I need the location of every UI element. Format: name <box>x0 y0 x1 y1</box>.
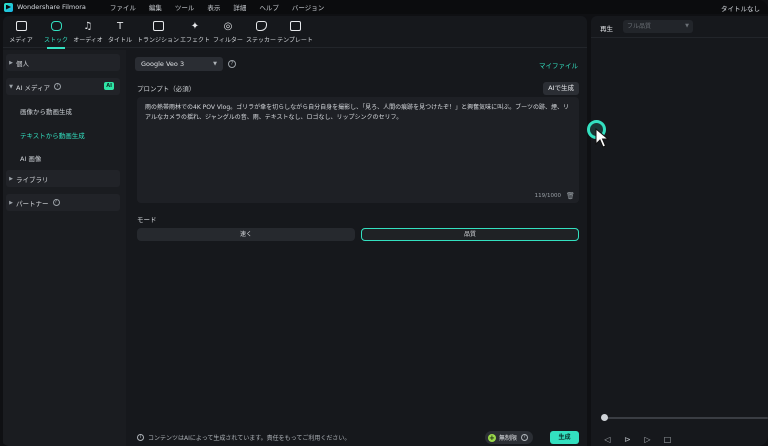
menu-tools[interactable]: ツール <box>175 2 195 12</box>
effect-icon: ✦ <box>190 20 200 32</box>
filmora-logo-icon <box>4 2 13 12</box>
tool-label: トランジション <box>137 37 180 44</box>
sticker-icon <box>255 20 267 32</box>
timeline-scrubber[interactable] <box>604 417 768 419</box>
tool-sticker[interactable]: ステッカー <box>244 20 278 44</box>
play-icon[interactable]: ▷ <box>643 435 652 444</box>
app-name: Wondershare Filmora <box>17 3 86 11</box>
trash-icon[interactable]: 🗑 <box>566 193 575 200</box>
char-counter: 119/1000 <box>534 193 561 199</box>
tool-transition[interactable]: トランジション <box>137 20 179 44</box>
my-file-link[interactable]: マイファイル <box>539 60 578 70</box>
main-panel: メディア ストック ♫ オーディオ T タイトル トランジション ✦ エフェクト <box>3 16 587 446</box>
ai-disclaimer-text: コンテンツはAIによって生成されています。責任をもってご利用ください。 <box>148 435 351 442</box>
sidebar-item-ai-image[interactable]: AI 画像 <box>20 153 41 163</box>
mode-fast-button[interactable]: 速く <box>137 228 355 241</box>
sidebar-item-ai-media[interactable]: ▼ AI メディア ? AI <box>6 78 120 95</box>
tool-media[interactable]: メディア <box>4 20 38 44</box>
sidebar-item-label: ライブラリ <box>16 175 49 184</box>
filter-icon: ◎ <box>223 20 233 32</box>
chevron-down-icon: ▼ <box>685 23 689 29</box>
chevron-right-icon: ▶ <box>9 175 13 182</box>
prompt-label: プロンプト（必須） <box>137 85 196 93</box>
app-window: Wondershare Filmora ファイル 編集 ツール 表示 詳細 ヘル… <box>0 0 768 446</box>
model-select[interactable]: Google Veo 3 ▼ <box>135 57 223 71</box>
sidebar-item-partner[interactable]: ▶ パートナー ? <box>6 194 120 211</box>
project-title: タイトルなし <box>721 5 760 13</box>
mode-quality-button[interactable]: 品質 <box>361 228 579 241</box>
tool-label: フィルター <box>213 37 243 44</box>
step-back-icon[interactable]: ⊳ <box>623 435 632 444</box>
help-icon[interactable]: ? <box>52 199 60 206</box>
ai-disclaimer: i コンテンツはAIによって生成されています。責任をもってご利用ください。 <box>137 433 350 442</box>
tool-label: メディア <box>9 37 33 44</box>
sidebar-item-personal[interactable]: ▶ 個人 <box>6 54 120 71</box>
template-icon <box>289 20 301 32</box>
unlimited-credits-button[interactable]: + 無制限 ? <box>484 431 533 444</box>
tool-audio[interactable]: ♫ オーディオ <box>71 20 105 45</box>
help-icon[interactable]: ? <box>521 434 528 441</box>
help-icon[interactable]: ? <box>53 83 61 90</box>
prompt-textarea[interactable]: 雨の熱帯雨林での4K POV Vlog。ゴリラが傘を切らしながら自分自身を撮影し… <box>137 97 579 203</box>
previous-frame-icon[interactable]: ◁ <box>603 435 612 444</box>
sidebar-item-text-to-video[interactable]: テキストから動画生成 <box>20 130 85 140</box>
menu-edit[interactable]: 編集 <box>149 2 162 12</box>
ai-generate-prompt-button[interactable]: AIで生成 <box>543 82 579 95</box>
plus-icon: + <box>487 433 496 442</box>
tool-label: タイトル <box>107 37 132 44</box>
tool-title[interactable]: T タイトル <box>103 20 137 45</box>
menu-file[interactable]: ファイル <box>110 2 136 12</box>
preview-header: 再生 フル品質 ▼ <box>591 16 768 38</box>
sidebar-item-label: 個人 <box>16 59 29 68</box>
info-icon[interactable]: ? <box>228 60 236 68</box>
tool-label: テンプレート <box>277 37 313 44</box>
preview-panel: 再生 フル品質 ▼ ◁ ⊳ ▷ □ <box>591 16 768 446</box>
menu-advanced[interactable]: 詳細 <box>233 2 246 12</box>
playback-controls: ◁ ⊳ ▷ □ <box>603 435 672 444</box>
tool-label: ステッカー <box>245 37 276 44</box>
stop-icon[interactable]: □ <box>663 435 672 444</box>
menu-view[interactable]: 表示 <box>207 2 220 12</box>
chevron-right-icon: ▶ <box>9 199 13 206</box>
scrubber-handle[interactable] <box>601 414 608 421</box>
sidebar-item-label: パートナー <box>16 199 49 208</box>
tool-label: ストック <box>43 37 68 44</box>
mouse-pointer-icon <box>595 128 609 148</box>
text-to-video-panel: Google Veo 3 ▼ ? マイファイル プロンプト（必須） AIで生成 … <box>135 50 581 446</box>
prompt-text: 雨の熱帯雨林での4K POV Vlog。ゴリラが傘を切らしながら自分自身を撮影し… <box>145 104 570 121</box>
chevron-down-icon: ▼ <box>213 61 217 67</box>
audio-icon: ♫ <box>83 20 93 32</box>
chevron-right-icon: ▶ <box>9 59 13 66</box>
transition-icon <box>152 20 164 32</box>
model-select-value: Google Veo 3 <box>141 60 185 68</box>
quality-select[interactable]: フル品質 ▼ <box>623 20 693 33</box>
tool-stock[interactable]: ストック <box>39 20 73 49</box>
tool-filter[interactable]: ◎ フィルター <box>211 20 245 45</box>
menu-version[interactable]: バージョン <box>292 2 324 12</box>
ai-badge: AI <box>104 82 114 90</box>
chevron-down-icon: ▼ <box>9 83 13 90</box>
tool-effect[interactable]: ✦ エフェクト <box>178 20 212 45</box>
media-toolbar: メディア ストック ♫ オーディオ T タイトル トランジション ✦ エフェクト <box>3 16 587 49</box>
menu-help[interactable]: ヘルプ <box>259 2 279 12</box>
menu-bar: Wondershare Filmora ファイル 編集 ツール 表示 詳細 ヘル… <box>0 0 768 14</box>
stock-icon <box>50 20 62 32</box>
unlimited-label: 無制限 <box>498 435 517 442</box>
sidebar: ▶ 個人 ▼ AI メディア ? AI 画像から動画生成 テキストから動画生成 … <box>3 50 126 446</box>
info-icon: i <box>137 434 144 441</box>
sidebar-item-label: AI メディア <box>16 83 50 92</box>
sidebar-item-library[interactable]: ▶ ライブラリ <box>6 170 120 187</box>
generate-button[interactable]: 生成 <box>550 431 579 444</box>
sidebar-item-image-to-video[interactable]: 画像から動画生成 <box>20 106 72 116</box>
media-icon <box>15 20 27 32</box>
title-icon: T <box>116 20 124 32</box>
tool-template[interactable]: テンプレート <box>277 20 313 44</box>
preview-label: 再生 <box>600 25 613 33</box>
tool-label: オーディオ <box>73 37 103 44</box>
mode-label: モード <box>137 216 157 224</box>
quality-select-value: フル品質 <box>627 23 652 30</box>
tool-label: エフェクト <box>179 37 210 44</box>
